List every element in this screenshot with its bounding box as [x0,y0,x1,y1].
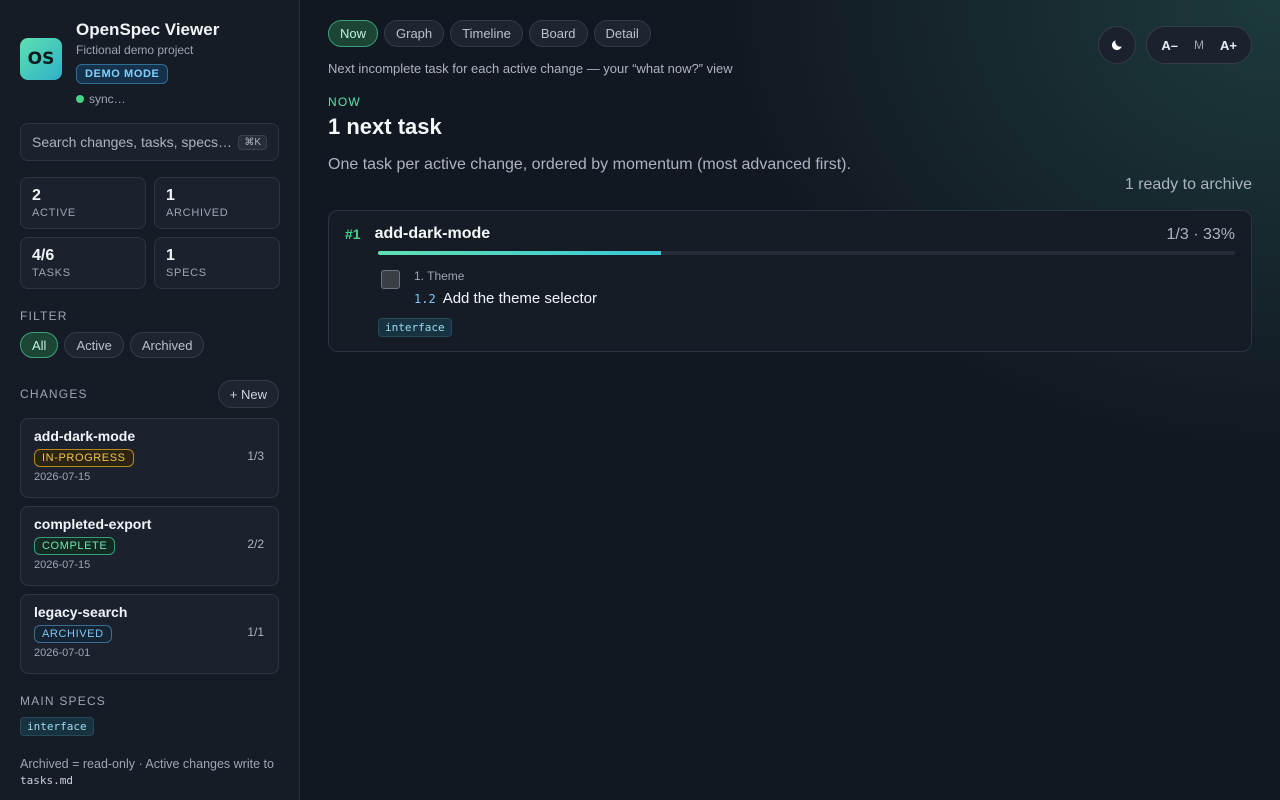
change-task-count: 1/1 [247,625,264,639]
app-title: OpenSpec Viewer [76,20,220,39]
footnote-text: Archived = read-only · Active changes wr… [20,757,274,771]
change-name: completed-export [34,516,152,532]
tab-board[interactable]: Board [528,20,588,47]
new-change-button[interactable]: + New [217,380,279,408]
task-id: 1.2 [414,292,436,306]
status-badge: COMPLETE [34,537,116,555]
progress-bar [378,251,1235,255]
change-task-count: 2/2 [247,537,264,551]
change-list: add-dark-mode IN-PROGRESS 2026-07-15 1/3… [20,418,279,674]
task-rank: #1 [345,226,361,242]
stat-tasks: 4/6 TASKS [20,237,146,289]
moon-icon [1112,40,1123,51]
change-date: 2026-07-15 [34,471,91,483]
demo-mode-badge: DEMO MODE [76,64,169,84]
ready-to-archive-link[interactable]: 1 ready to archive [328,176,1252,194]
search-shortcut-badge: ⌘K [238,134,267,150]
font-size-controls: A– M A+ [1146,26,1252,64]
status-badge: ARCHIVED [34,625,112,643]
search-box[interactable]: ⌘K [20,123,279,161]
sync-status-text: sync… [89,92,126,106]
change-card-completed-export[interactable]: completed-export COMPLETE 2026-07-15 2/2 [20,506,279,586]
sync-status: sync… [76,92,219,106]
filter-all[interactable]: All [20,332,59,358]
font-decrease-button[interactable]: A– [1155,38,1184,53]
tab-graph[interactable]: Graph [384,20,445,47]
tab-detail[interactable]: Detail [593,20,651,47]
changes-label: CHANGES [20,387,88,401]
filter-active[interactable]: Active [64,332,124,358]
font-size-current[interactable]: M [1188,38,1210,52]
change-card-add-dark-mode[interactable]: add-dark-mode IN-PROGRESS 2026-07-15 1/3 [20,418,279,498]
section-eyebrow: NOW [328,95,361,109]
stats-grid: 2 ACTIVE 1 ARCHIVED 4/6 TASKS 1 SPECS [20,177,280,289]
progress-bar-fill [378,251,661,255]
stat-active: 2 ACTIVE [20,177,146,229]
app-subtitle: Fictional demo project [76,43,194,57]
tab-timeline[interactable]: Timeline [450,20,523,47]
change-task-count: 1/3 [247,449,264,463]
next-task-card[interactable]: #1 add-dark-mode 1/3 · 33% 1. Theme 1.2 … [328,210,1252,352]
footnote-file: tasks.md [20,774,73,787]
task-title: Add the theme selector [442,290,597,307]
footnote: Archived = read-only · Active changes wr… [20,756,279,789]
theme-toggle-button[interactable] [1098,26,1137,64]
filter-chips: All Active Archived [20,332,279,358]
task-progress-text: 1/3 · 33% [1166,226,1235,243]
change-name: legacy-search [34,604,128,620]
display-controls: A– M A+ [1098,26,1252,64]
change-name: add-dark-mode [34,428,136,444]
changes-header: CHANGES + New [20,380,279,408]
change-date: 2026-07-01 [34,647,91,659]
main-panel: Now Graph Timeline Board Detail Next inc… [300,0,1280,800]
task-checkbox[interactable] [381,270,400,289]
sync-dot-icon [76,95,84,103]
page-subtitle: One task per active change, ordered by m… [328,156,851,173]
main-specs-label: MAIN SPECS [20,694,107,708]
filter-label: FILTER [20,309,68,323]
brand: OS OpenSpec Viewer Fictional demo projec… [20,18,279,106]
search-input[interactable] [32,134,232,150]
app-logo: OS [20,38,62,80]
stat-archived: 1 ARCHIVED [154,177,280,229]
font-increase-button[interactable]: A+ [1214,38,1243,53]
filter-archived[interactable]: Archived [129,332,205,358]
change-card-legacy-search[interactable]: legacy-search ARCHIVED 2026-07-01 1/1 [20,594,279,674]
sidebar: OS OpenSpec Viewer Fictional demo projec… [0,0,300,800]
page-title: 1 next task [328,114,442,139]
status-badge: IN-PROGRESS [34,449,134,467]
tab-now[interactable]: Now [328,20,379,47]
stat-specs: 1 SPECS [154,237,280,289]
task-change-name[interactable]: add-dark-mode [375,225,491,243]
spec-tag-interface[interactable]: interface [20,717,94,736]
task-group-label: 1. Theme [414,269,465,283]
task-spec-tag[interactable]: interface [378,318,452,337]
change-date: 2026-07-15 [34,559,91,571]
